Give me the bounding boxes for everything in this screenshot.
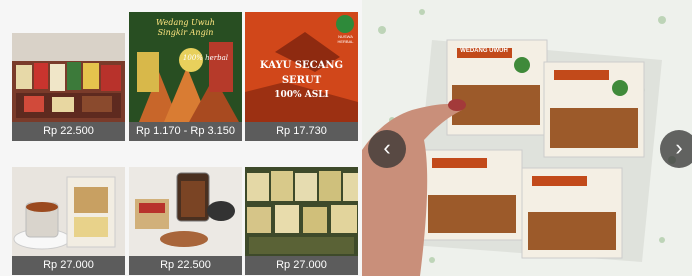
product-price: Rp 27.000 xyxy=(12,256,125,275)
product-card[interactable]: Rp 22.500 xyxy=(129,167,242,275)
product-price: Rp 27.000 xyxy=(245,256,358,275)
product-card[interactable]: Wedang Uwuh Singkir Angin 100% herbal Rp… xyxy=(129,12,242,141)
banner-line: Singkir Angin xyxy=(157,28,214,37)
product-price: Rp 17.730 xyxy=(245,122,358,141)
carousel-next-button[interactable]: › xyxy=(660,130,692,168)
promo-carousel[interactable]: WEDANG UWUH ‹ › xyxy=(362,0,692,276)
brand-badge: NUSWA HERBAL xyxy=(337,34,354,44)
product-price: Rp 1.170 - Rp 3.150 xyxy=(129,122,242,141)
product-image[interactable] xyxy=(12,167,125,256)
banner-line: Wedang Uwuh xyxy=(156,18,215,27)
product-card[interactable]: Rp 27.000 xyxy=(12,167,125,275)
banner-subtitle: SERUT xyxy=(281,75,322,86)
product-image[interactable] xyxy=(245,167,358,256)
product-card[interactable]: Rp 27.000 xyxy=(245,167,358,275)
product-price: Rp 22.500 xyxy=(129,256,242,275)
product-card[interactable]: Rp 22.500 xyxy=(12,33,125,141)
product-card[interactable]: KAYU SECANG SERUT 100% ASLI NUSWA HERBAL… xyxy=(245,12,358,141)
banner-title: KAYU SECANG xyxy=(259,60,344,71)
promo-image xyxy=(362,0,692,276)
banner-badge: 100% herbal xyxy=(182,54,229,62)
banner-claim: 100% ASLI xyxy=(274,90,329,100)
product-price: Rp 22.500 xyxy=(12,122,125,141)
product-grid: Rp 22.500 Wedang Uwuh Singkir Angin 100%… xyxy=(0,0,362,276)
product-image[interactable] xyxy=(129,167,242,256)
product-image[interactable] xyxy=(12,33,125,122)
carousel-prev-button[interactable]: ‹ xyxy=(368,130,406,168)
package-label: WEDANG UWUH xyxy=(460,48,508,54)
